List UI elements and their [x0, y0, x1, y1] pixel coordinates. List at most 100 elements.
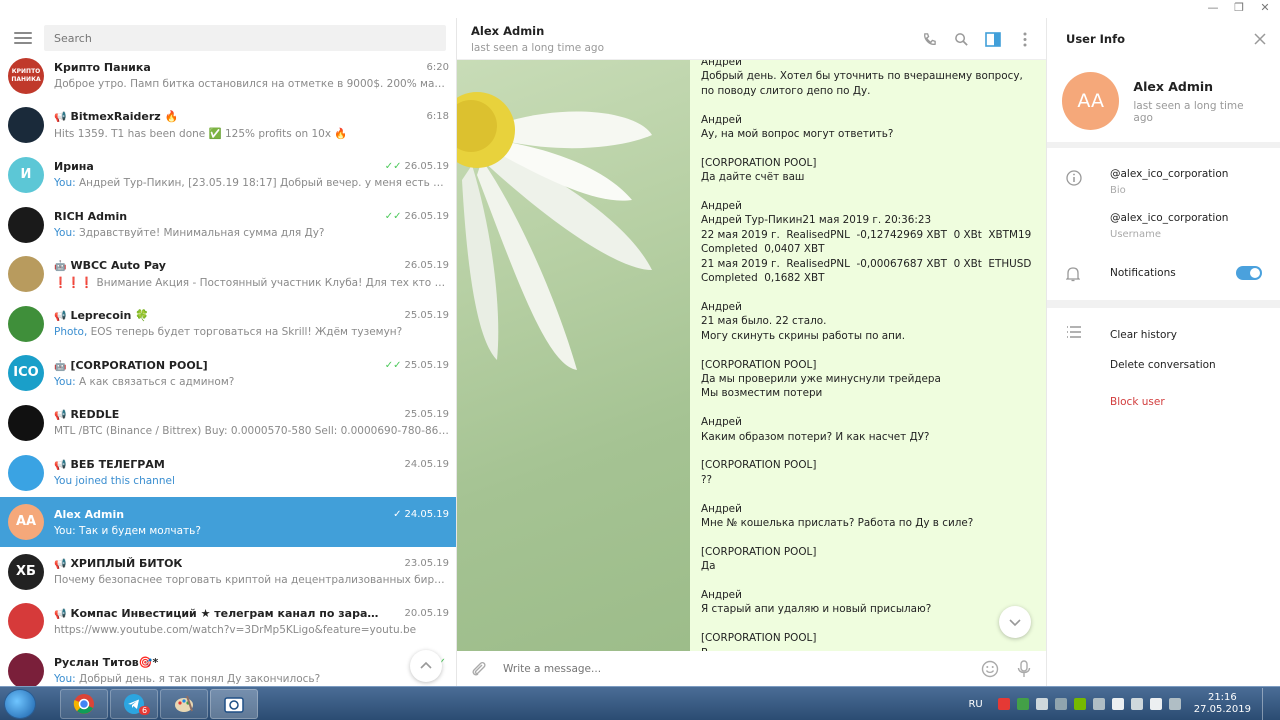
- chat-avatar-text: AA: [15, 514, 37, 530]
- message-composer: [457, 651, 1046, 686]
- taskbar-screenshot-tool[interactable]: [210, 689, 258, 719]
- chat-list-item[interactable]: 📢 Компас Инвестиций ★ телеграм канал по з…: [0, 597, 456, 647]
- chat-list-item[interactable]: 🤖 WBCC Auto Pay 26.05.19 ❗❗❗ Внимание Акция…: [0, 249, 456, 299]
- chat-list-item[interactable]: И Ирина ✓✓ 26.05.19 You: Андрей Тур-Пикин, […: [0, 150, 456, 200]
- show-desktop-button[interactable]: [1262, 688, 1274, 720]
- chat-preview-text: Андрей Тур-Пикин, [23.05.19 18:17] Добры…: [78, 177, 449, 190]
- chat-avatar: [8, 404, 44, 441]
- tray-app-icon[interactable]: [997, 698, 1010, 710]
- chat-preview: Hits 1359. T1 has been done ✅ 125% profi…: [54, 127, 449, 140]
- chat-time: 6:18: [426, 111, 449, 123]
- username-row[interactable]: @alex_ico_corporation Username: [1047, 212, 1280, 242]
- chat-list-item[interactable]: 📢 Leprecoin 🍀 25.05.19 Photo, EOS теперь бу…: [0, 299, 456, 349]
- close-info-button[interactable]: [1254, 30, 1266, 49]
- user-status: last seen a long time ago: [1133, 99, 1244, 124]
- chat-time-wrap: ✓✓ 25.05.19: [385, 360, 449, 371]
- chat-name: [CORPORATION POOL]: [70, 358, 208, 372]
- volume-icon[interactable]: [1149, 698, 1162, 710]
- chat-time: 25.05.19: [404, 409, 449, 421]
- chat-list-item[interactable]: ХБ 📢 ХРИПЛЫЙ БИТОК 23.05.19 Почему безопасне…: [0, 547, 456, 597]
- notifications-toggle[interactable]: [1236, 266, 1262, 280]
- chat-preview: Почему безопаснее торговать криптой на д…: [54, 574, 449, 586]
- chat-list-item[interactable]: 📢 REDDLE 25.05.19 MTL /BTC (Binance / Bittr…: [0, 398, 456, 448]
- conversation-toolbar: [920, 30, 1034, 48]
- chat-list-item[interactable]: КРИПТО ПАНИКА Крипто Паника 6:20 Доброе утр…: [0, 51, 456, 101]
- chat-avatar-text: ХБ: [16, 563, 36, 579]
- maximize-button[interactable]: ❐: [1232, 1, 1246, 14]
- notifications-row[interactable]: Notifications: [1047, 264, 1280, 284]
- language-indicator[interactable]: RU: [968, 699, 982, 710]
- start-button[interactable]: [4, 689, 36, 719]
- message-area[interactable]: Андрей Добрый день. Хотел бы уточнить по…: [457, 60, 1046, 651]
- chat-header-row: 🤖 WBCC Auto Pay 26.05.19: [54, 259, 449, 272]
- voice-record-button[interactable]: [1014, 659, 1034, 679]
- message-input[interactable]: [503, 662, 980, 675]
- delete-conversation-button[interactable]: Delete conversation: [1047, 350, 1280, 380]
- chat-body: 📢 Компас Инвестиций ★ телеграм канал по з…: [54, 607, 449, 636]
- scroll-down-button[interactable]: [999, 606, 1031, 638]
- chat-list-item[interactable]: 📢 BitmexRaiderz 🔥 6:18 Hits 1359. T1 has be…: [0, 101, 456, 151]
- chat-preview-prefix: You:: [54, 673, 76, 686]
- search-input[interactable]: [44, 25, 446, 51]
- minimize-button[interactable]: —: [1206, 1, 1220, 14]
- list-icon: [1066, 320, 1082, 350]
- chat-name: Leprecoin 🍀: [70, 309, 149, 323]
- chat-avatar: [8, 652, 44, 686]
- search-messages-button[interactable]: [952, 30, 970, 48]
- conversation-panel: Alex Admin last seen a long time ago Анд…: [457, 18, 1046, 686]
- network-icon[interactable]: [1130, 698, 1143, 710]
- chat-body: Alex Admin ✓ 24.05.19 You: Так и будем молч…: [54, 508, 449, 537]
- chat-list-item[interactable]: Руслан Титов🎯*✓✓ You: Добрый день. я так …: [0, 646, 456, 686]
- tray-app-icon[interactable]: [1111, 698, 1124, 710]
- chat-preview: You: Здравствуйте! Минимальная сумма для…: [54, 227, 449, 239]
- emoji-button[interactable]: [980, 659, 1000, 679]
- bio-label: Bio: [1110, 185, 1126, 196]
- user-info-header: User Info: [1047, 18, 1280, 60]
- tray-app-icon[interactable]: [1092, 698, 1105, 710]
- chat-header-row: Ирина ✓✓ 26.05.19: [54, 160, 449, 173]
- taskbar-chrome[interactable]: [60, 689, 108, 719]
- chat-header-row: Руслан Титов🎯*✓✓: [54, 656, 449, 669]
- chat-avatar: И: [8, 156, 44, 193]
- chat-time-wrap: 20.05.19: [404, 608, 449, 619]
- chat-list-panel: КРИПТО ПАНИКА Крипто Паника 6:20 Доброе утр…: [0, 18, 457, 686]
- nvidia-icon[interactable]: [1073, 698, 1086, 710]
- chat-time-wrap: 25.05.19: [404, 310, 449, 321]
- chat-body: 🤖 [CORPORATION POOL] ✓✓ 25.05.19 You: А как …: [54, 359, 449, 388]
- hamburger-menu-icon[interactable]: [12, 29, 34, 47]
- message-bubble: Андрей Добрый день. Хотел бы уточнить по…: [690, 60, 1046, 651]
- chat-list-item[interactable]: RICH Admin ✓✓ 26.05.19 You: Здравствуйте! М…: [0, 200, 456, 250]
- attach-button[interactable]: [469, 659, 489, 679]
- chat-preview: Доброе утро. Памп битка остановился на о…: [54, 78, 449, 90]
- tray-app-icon[interactable]: [1016, 698, 1029, 710]
- call-button[interactable]: [920, 30, 938, 48]
- chat-body: 📢 Leprecoin 🍀 25.05.19 Photo, EOS теперь бу…: [54, 309, 449, 338]
- chat-body: 📢 BitmexRaiderz 🔥 6:18 Hits 1359. T1 has be…: [54, 110, 449, 140]
- paint-palette-icon: [175, 695, 193, 712]
- username-label: Username: [1110, 229, 1161, 240]
- taskbar-telegram[interactable]: 6: [110, 689, 158, 719]
- scroll-up-button[interactable]: [410, 650, 442, 682]
- user-avatar[interactable]: AA: [1062, 72, 1120, 130]
- conversation-header[interactable]: Alex Admin last seen a long time ago: [457, 18, 1046, 60]
- clear-history-button[interactable]: Clear history: [1047, 320, 1280, 350]
- chat-preview: MTL /BTC (Binance / Bittrex) Buy: 0.0000…: [54, 425, 449, 437]
- taskbar-paint[interactable]: [160, 689, 208, 719]
- chat-list-item[interactable]: ICO 🤖 [CORPORATION POOL] ✓✓ 25.05.19 You: А к…: [0, 349, 456, 399]
- bio-row[interactable]: @alex_ico_corporation Bio: [1047, 168, 1280, 198]
- block-user-button[interactable]: Block user: [1047, 387, 1280, 417]
- toggle-info-panel-button[interactable]: [984, 30, 1002, 48]
- tray-app-icon[interactable]: [1035, 698, 1048, 710]
- chat-list-item[interactable]: 📢 ВЕБ ТЕЛЕГРАМ 24.05.19 You joined this cha…: [0, 448, 456, 498]
- close-window-button[interactable]: ✕: [1258, 1, 1272, 14]
- search-icon: [954, 32, 968, 46]
- chat-time: 25.05.19: [404, 310, 449, 322]
- chat-type-icon: 📢: [54, 410, 67, 422]
- chat-name-wrap: Alex Admin: [54, 508, 124, 521]
- tray-app-icon[interactable]: [1054, 698, 1067, 710]
- tray-app-icon[interactable]: [1168, 698, 1181, 710]
- taskbar-clock[interactable]: 21:16 27.05.2019: [1194, 692, 1251, 716]
- chat-time: 23.05.19: [404, 558, 449, 570]
- more-options-button[interactable]: [1016, 30, 1034, 48]
- chat-list-item[interactable]: AA Alex Admin ✓ 24.05.19 You: Так и будем мо…: [0, 497, 456, 547]
